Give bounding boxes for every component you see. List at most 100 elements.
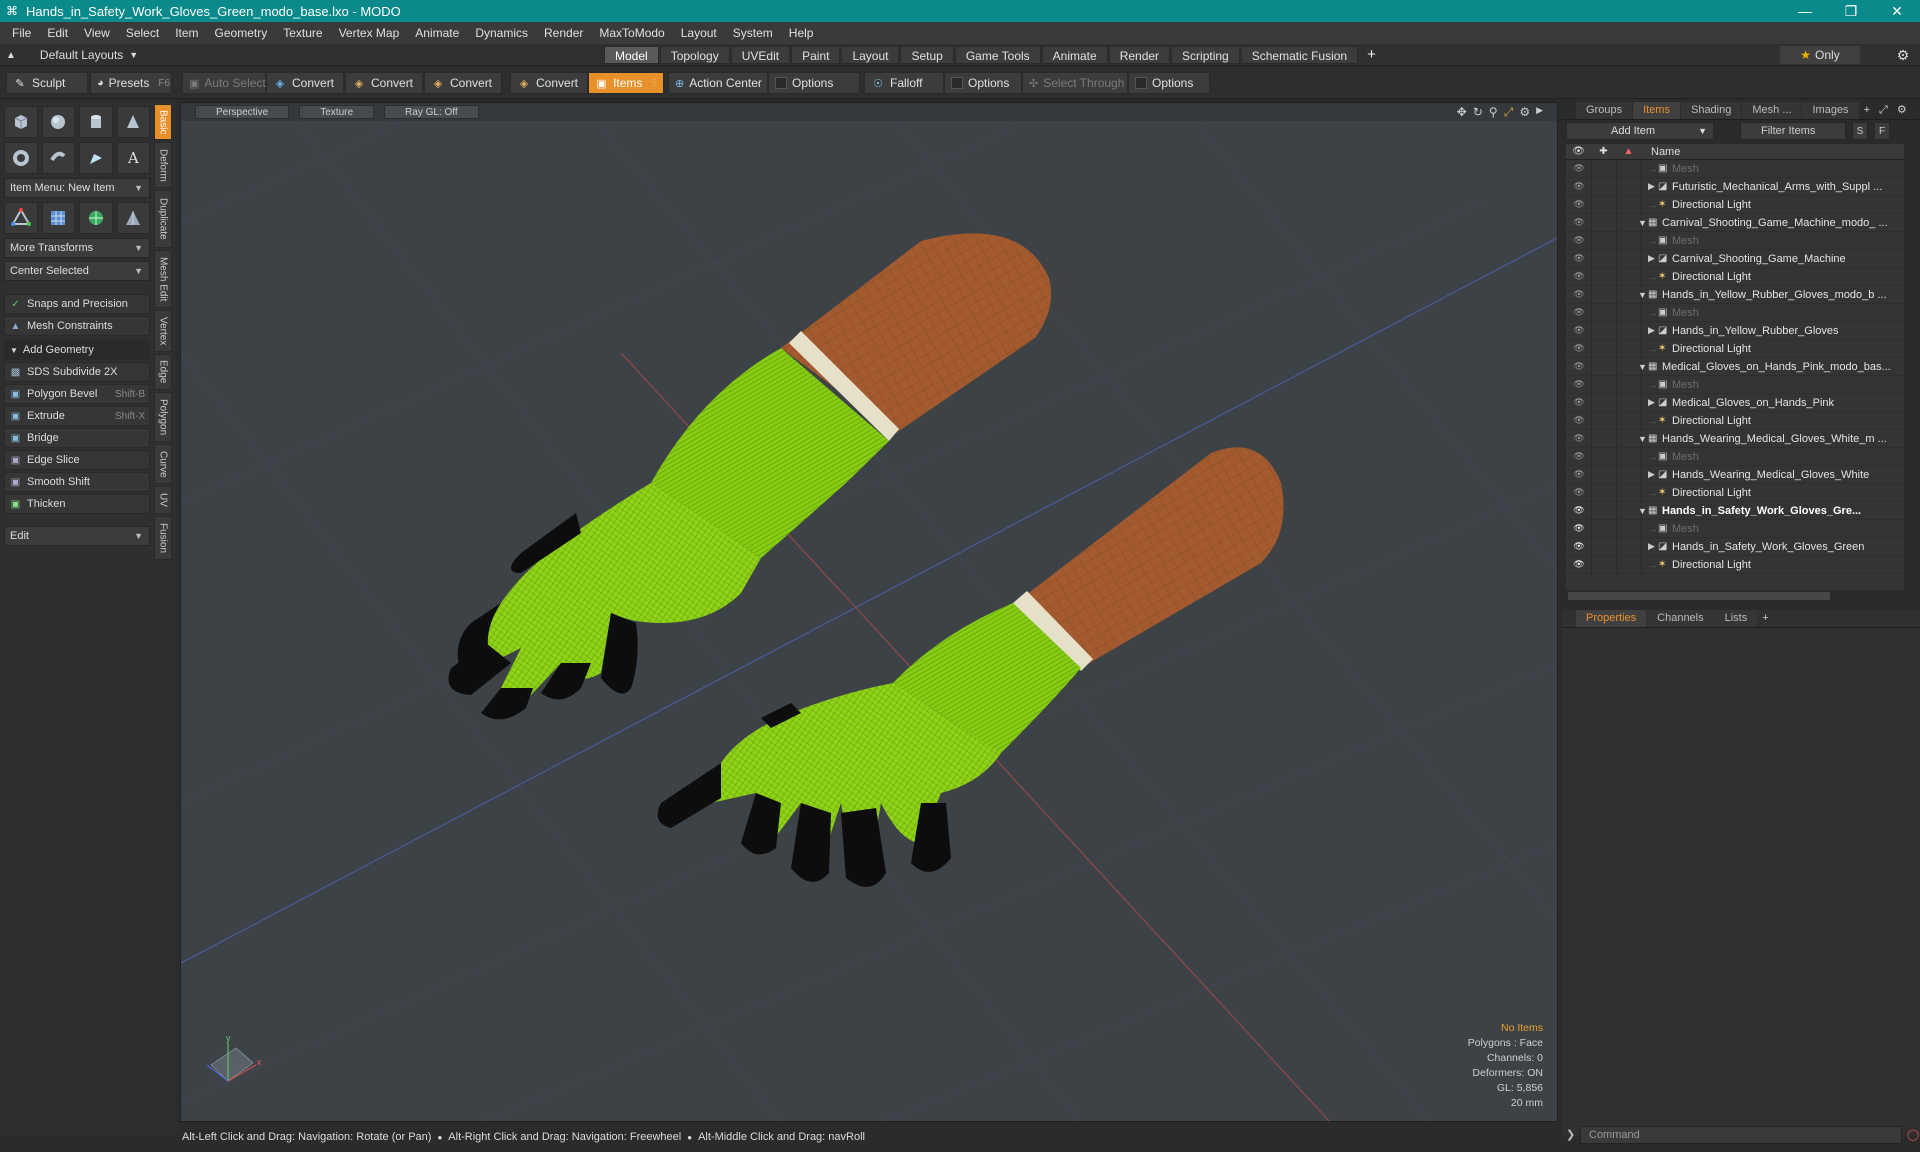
more-transforms-dropdown[interactable]: More Transforms ▼ — [4, 238, 150, 258]
expand-right-icon[interactable]: ▶ — [1648, 253, 1655, 264]
texture-dropdown[interactable]: Texture — [299, 105, 375, 119]
raygl-dropdown[interactable]: Ray GL: Off — [384, 105, 479, 119]
polygon-bevel-button[interactable]: ▣ Polygon Bevel Shift-B — [4, 384, 150, 404]
visibility-eye-icon[interactable]: 👁 — [1572, 559, 1586, 570]
visibility-eye-icon[interactable]: 👁 — [1572, 235, 1586, 246]
visibility-eye-icon[interactable]: 👁 — [1572, 199, 1586, 210]
scene-row[interactable]: 👁 ▼ ▦ Carnival_Shooting_Game_Machine_modo_ … — [1566, 214, 1904, 232]
visibility-eye-icon[interactable]: 👁 — [1572, 271, 1586, 282]
vtab-mesh-edit[interactable]: Mesh Edit — [154, 250, 172, 308]
add-layout-tab-button[interactable]: + — [1359, 46, 1384, 64]
visibility-eye-icon[interactable]: 👁 — [1572, 289, 1586, 300]
item-row[interactable]: 👁 ▶ ◪ Medical_Gloves_on_Hands_Pink — [1566, 394, 1904, 412]
scene-row[interactable]: 👁 ▼ ▦ Hands_in_Safety_Work_Gloves_Gre... — [1566, 502, 1904, 520]
menu-file[interactable]: File — [4, 22, 39, 44]
visibility-eye-icon[interactable]: 👁 — [1572, 541, 1586, 552]
light-row[interactable]: 👁 → ✶ Directional Light — [1566, 196, 1904, 214]
expand-down-icon[interactable]: ▼ — [1638, 434, 1647, 444]
maximize-view-icon[interactable]: ⤢ — [1504, 105, 1514, 120]
light-row[interactable]: 👁 → ✶ Directional Light — [1566, 412, 1904, 430]
tab-topology[interactable]: Topology — [659, 46, 730, 64]
tab-properties[interactable]: Properties — [1576, 610, 1647, 627]
expand-down-icon[interactable]: ▼ — [1638, 362, 1647, 372]
item-row[interactable]: 👁 ▶ ◪ Hands_in_Yellow_Rubber_Gloves — [1566, 322, 1904, 340]
menu-help[interactable]: Help — [781, 22, 822, 44]
sphere-primitive-icon[interactable] — [41, 106, 75, 138]
select-options-button[interactable]: Options — [1128, 72, 1210, 94]
lock-column-icon[interactable]: ✚ — [1591, 146, 1616, 157]
vtab-basic[interactable]: Basic — [154, 104, 172, 140]
tab-shading[interactable]: Shading — [1680, 102, 1742, 119]
menu-layout[interactable]: Layout — [673, 22, 725, 44]
expand-right-icon[interactable]: ▶ — [1648, 397, 1655, 408]
chevron-right-icon[interactable]: ▶ — [1536, 105, 1543, 120]
item-menu-dropdown[interactable]: Item Menu: New Item ▼ — [4, 178, 150, 198]
convert-vertices-button[interactable]: ◈ Convert — [266, 72, 344, 94]
visibility-column-icon[interactable]: 👁 — [1566, 146, 1591, 157]
capsule-primitive-icon[interactable] — [41, 142, 75, 174]
item-row[interactable]: 👁 ▶ ◪ Futuristic_Mechanical_Arms_with_Suppl… — [1566, 178, 1904, 196]
command-history-icon[interactable]: ◯ — [1906, 1126, 1920, 1144]
item-row[interactable]: 👁 → ▣ Mesh — [1566, 520, 1904, 538]
expand-right-icon[interactable]: ▶ — [1648, 541, 1655, 552]
menu-dynamics[interactable]: Dynamics — [467, 22, 536, 44]
render-column-icon[interactable]: ▲ — [1616, 146, 1641, 157]
auto-select-button[interactable]: ▣ Auto Select — [182, 72, 266, 94]
item-row[interactable]: 👁 ▶ ◪ Hands_Wearing_Medical_Gloves_White — [1566, 466, 1904, 484]
item-row[interactable]: 👁 → ▣ Mesh — [1566, 448, 1904, 466]
add-item-dropdown[interactable]: Add Item ▼ — [1566, 122, 1714, 140]
expand-down-icon[interactable]: ▼ — [1638, 506, 1647, 516]
scene-row[interactable]: 👁 ▼ ▦ Hands_Wearing_Medical_Gloves_White_m … — [1566, 430, 1904, 448]
vtab-duplicate[interactable]: Duplicate — [154, 190, 172, 248]
light-row[interactable]: 👁 → ✶ Directional Light — [1566, 556, 1904, 574]
vtab-deform[interactable]: Deform — [154, 142, 172, 188]
sculpt-button[interactable]: ✎ Sculpt — [6, 72, 88, 94]
items-mode-button[interactable]: ▣ Items 5 — [588, 72, 664, 94]
maximize-icon[interactable]: ❐ — [1828, 0, 1874, 22]
tab-images[interactable]: Images — [1802, 102, 1859, 119]
cube-primitive-icon[interactable] — [4, 106, 38, 138]
extrude-button[interactable]: ▣ Extrude Shift-X — [4, 406, 150, 426]
close-icon[interactable]: ✕ — [1874, 0, 1920, 22]
item-row[interactable]: 👁 → ▣ Mesh — [1566, 160, 1904, 178]
scrollbar-thumb[interactable] — [1568, 592, 1830, 600]
filter-items-input[interactable]: Filter Items — [1740, 122, 1846, 140]
transform-icon[interactable] — [4, 202, 38, 234]
add-geometry-section[interactable]: ▼ Add Geometry — [4, 340, 150, 360]
item-row[interactable]: 👁 → ▣ Mesh — [1566, 376, 1904, 394]
visibility-eye-icon[interactable]: 👁 — [1572, 253, 1586, 264]
torus-primitive-icon[interactable] — [4, 142, 38, 174]
convert-edges-button[interactable]: ◈ Convert — [345, 72, 423, 94]
item-row[interactable]: 👁 → ▣ Mesh — [1566, 232, 1904, 250]
bridge-button[interactable]: ▣ Bridge — [4, 428, 150, 448]
tab-render[interactable]: Render — [1108, 46, 1171, 64]
expand-down-icon[interactable]: ▼ — [1638, 218, 1647, 228]
f-filter-button[interactable]: F — [1874, 122, 1890, 140]
3d-viewport[interactable]: y x Perspective Texture Ray GL: Off ✥ ↻ … — [180, 102, 1558, 1122]
gear-icon[interactable]: ⚙ — [1519, 105, 1530, 120]
tab-uvedit[interactable]: UVEdit — [730, 46, 791, 64]
convert-polygons-button[interactable]: ◈ Convert — [424, 72, 502, 94]
options-button[interactable]: Options — [768, 72, 860, 94]
center-selected-dropdown[interactable]: Center Selected ▼ — [4, 261, 150, 281]
visibility-eye-icon[interactable]: 👁 — [1572, 343, 1586, 354]
presets-button[interactable]: ◕ Presets F6 — [90, 72, 172, 94]
menu-animate[interactable]: Animate — [407, 22, 467, 44]
vtab-polygon[interactable]: Polygon — [154, 392, 172, 442]
move-view-icon[interactable]: ✥ — [1457, 105, 1467, 120]
item-row[interactable]: 👁 → ▣ Mesh — [1566, 304, 1904, 322]
tab-channels[interactable]: Channels — [1647, 610, 1714, 627]
edge-slice-button[interactable]: ▣ Edge Slice — [4, 450, 150, 470]
menu-select[interactable]: Select — [118, 22, 167, 44]
scene-row[interactable]: 👁 ▼ ▦ Hands_in_Yellow_Rubber_Gloves_modo_b … — [1566, 286, 1904, 304]
zoom-view-icon[interactable]: ⚲ — [1489, 105, 1498, 120]
minimize-icon[interactable]: — — [1782, 0, 1828, 22]
vtab-curve[interactable]: Curve — [154, 444, 172, 484]
smooth-shift-button[interactable]: ▣ Smooth Shift — [4, 472, 150, 492]
tab-paint[interactable]: Paint — [791, 46, 841, 64]
menu-geometry[interactable]: Geometry — [207, 22, 276, 44]
command-input[interactable]: Command — [1580, 1126, 1902, 1144]
name-column-header[interactable]: Name — [1651, 146, 1680, 158]
tab-game-tools[interactable]: Game Tools — [954, 46, 1041, 64]
action-center-button[interactable]: ⊕ Action Center — [668, 72, 768, 94]
